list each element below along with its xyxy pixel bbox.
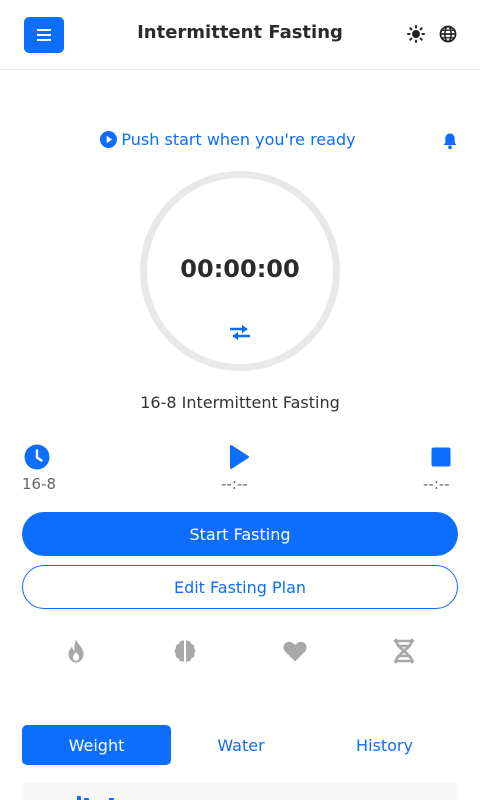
card-header-icons: [77, 796, 114, 800]
weight-card: [22, 782, 458, 800]
status-message: Push start when you're ready: [0, 130, 456, 149]
play-icon[interactable]: [226, 444, 252, 470]
status-text: Push start when you're ready: [121, 130, 356, 149]
brain-icon[interactable]: [172, 638, 198, 664]
fire-icon[interactable]: [63, 638, 89, 664]
bell-icon[interactable]: [442, 132, 458, 150]
status-row: Push start when you're ready: [0, 130, 480, 152]
clock-icon: [24, 444, 50, 470]
plan-label: 16-8: [22, 475, 57, 493]
end-time: --:--: [423, 475, 450, 493]
tab-water[interactable]: Water: [171, 725, 311, 765]
timer-display: 00:00:00: [180, 255, 300, 283]
plan-name: 16-8 Intermittent Fasting: [140, 393, 340, 412]
heart-icon[interactable]: [282, 638, 308, 664]
sun-icon[interactable]: [407, 25, 425, 43]
play-circle-icon: [100, 131, 118, 148]
stop-icon[interactable]: [428, 444, 454, 470]
edit-plan-button[interactable]: Edit Fasting Plan: [22, 565, 458, 609]
app-header: Intermittent Fasting: [0, 0, 480, 70]
dna-icon[interactable]: [391, 638, 417, 664]
globe-icon[interactable]: [439, 25, 457, 43]
start-fasting-button[interactable]: Start Fasting: [22, 512, 458, 556]
tab-history[interactable]: History: [311, 725, 458, 765]
tab-weight[interactable]: Weight: [22, 725, 171, 765]
start-time: --:--: [221, 475, 248, 493]
swap-arrows-icon[interactable]: [230, 323, 250, 341]
